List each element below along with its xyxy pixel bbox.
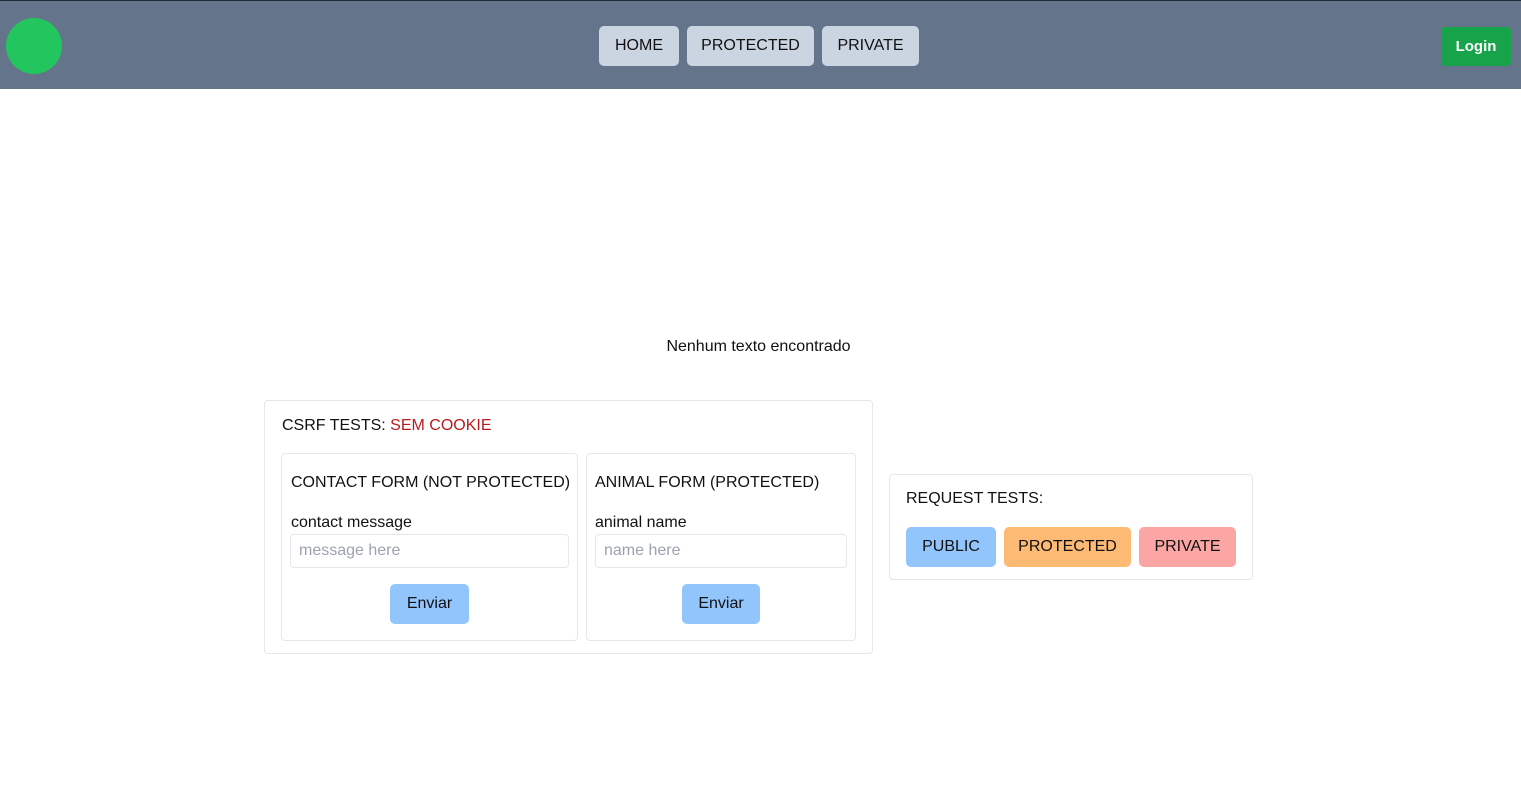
csrf-tests-card: CSRF TESTS: SEM COOKIE CONTACT FORM (NOT… — [264, 400, 873, 654]
request-tests-card: REQUEST TESTS: PUBLIC PROTECTED PRIVATE — [889, 474, 1253, 580]
animal-name-label: animal name — [595, 514, 687, 531]
csrf-tests-label: CSRF TESTS: — [282, 417, 386, 434]
top-navbar: HOME PROTECTED PRIVATE Login — [0, 0, 1521, 89]
nav-protected-button[interactable]: PROTECTED — [687, 26, 814, 66]
request-public-button[interactable]: PUBLIC — [906, 527, 996, 567]
request-private-button[interactable]: PRIVATE — [1139, 527, 1236, 567]
animal-form: ANIMAL FORM (PROTECTED) animal name Envi… — [586, 453, 856, 641]
contact-message-input[interactable] — [290, 534, 569, 568]
csrf-cookie-status: SEM COOKIE — [390, 417, 492, 434]
contact-form: CONTACT FORM (NOT PROTECTED) contact mes… — [281, 453, 578, 641]
contact-message-label: contact message — [291, 514, 412, 531]
contact-form-title: CONTACT FORM (NOT PROTECTED) — [291, 474, 571, 491]
logo-circle-icon[interactable] — [6, 18, 62, 74]
empty-text-message: Nenhum texto encontrado — [666, 338, 851, 355]
animal-form-title: ANIMAL FORM (PROTECTED) — [595, 474, 820, 491]
login-button[interactable]: Login — [1441, 27, 1511, 66]
nav-home-button[interactable]: HOME — [599, 26, 679, 66]
csrf-tests-title: CSRF TESTS: SEM COOKIE — [282, 417, 492, 435]
request-protected-button[interactable]: PROTECTED — [1004, 527, 1131, 567]
nav-private-button[interactable]: PRIVATE — [822, 26, 919, 66]
request-tests-title: REQUEST TESTS: — [906, 490, 1044, 507]
animal-submit-button[interactable]: Enviar — [682, 584, 760, 624]
contact-submit-button[interactable]: Enviar — [390, 584, 469, 624]
animal-name-input[interactable] — [595, 534, 847, 568]
